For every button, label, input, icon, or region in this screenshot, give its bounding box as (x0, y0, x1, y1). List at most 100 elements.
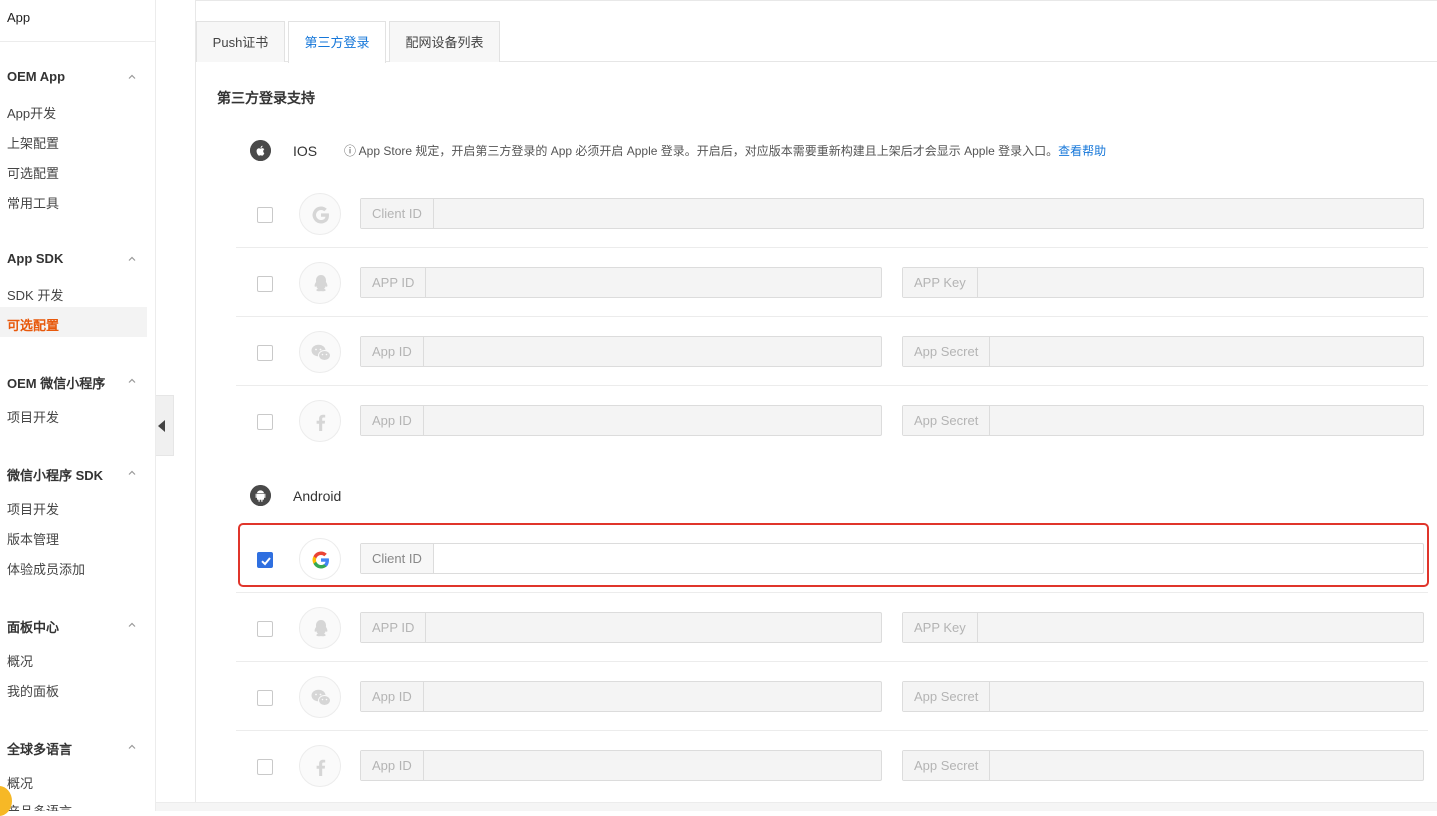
field-label: App Secret (903, 337, 991, 366)
wechat-icon (299, 676, 341, 718)
sidebar-group-app-sdk[interactable]: App SDK (7, 251, 63, 266)
android-wechat-app-secret-field: App Secret (902, 681, 1424, 712)
ios-wechat-app-secret-field: App Secret (902, 336, 1424, 367)
ios-facebook-checkbox[interactable] (257, 414, 273, 430)
android-qq-app-key-field: APP Key (902, 612, 1424, 643)
ios-wechat-checkbox[interactable] (257, 345, 273, 361)
qq-icon (299, 262, 341, 304)
android-label: Android (293, 488, 342, 504)
section-title: 第三方登录支持 (217, 90, 315, 106)
ios-facebook-app-id-input[interactable] (424, 406, 881, 435)
ios-notice-text: ⓘ App Store 规定，开启第三方登录的 App 必须开启 Apple 登… (344, 144, 1059, 158)
android-row-facebook: App ID App Secret (236, 731, 1428, 800)
field-label: Client ID (361, 199, 434, 228)
sidebar-group-wechat-sdk[interactable]: 微信小程序 SDK (7, 465, 103, 484)
ios-wechat-app-id-input[interactable] (424, 337, 881, 366)
chevron-up-icon[interactable] (128, 73, 136, 81)
field-label: APP ID (361, 613, 427, 642)
android-facebook-app-secret-field: App Secret (902, 750, 1424, 781)
caret-left-icon (158, 420, 165, 432)
field-label: App Secret (903, 682, 991, 711)
field-label: APP Key (903, 613, 978, 642)
apple-icon (250, 140, 271, 161)
ios-row-qq: APP ID APP Key (236, 248, 1428, 317)
sidebar-item-sdk-dev[interactable]: SDK 开发 (7, 285, 63, 304)
main-panel: Push证书 第三方登录 配网设备列表 第三方登录支持 IOS ⓘ App St… (195, 0, 1437, 811)
sidebar-item-optional-config[interactable]: 可选配置 (7, 163, 59, 182)
android-row-qq: APP ID APP Key (236, 593, 1428, 662)
facebook-icon (299, 745, 341, 787)
qq-icon (299, 607, 341, 649)
sidebar-group-oem-app[interactable]: OEM App (7, 69, 65, 84)
sidebar-item-overview[interactable]: 概况 (7, 651, 33, 670)
ios-wechat-app-secret-input[interactable] (993, 337, 1423, 366)
field-label: App ID (361, 751, 424, 780)
ios-row-facebook: App ID App Secret (236, 386, 1428, 455)
sidebar-item-trial-members[interactable]: 体验成员添加 (7, 559, 85, 578)
android-qq-app-key-input[interactable] (977, 613, 1423, 642)
facebook-icon (299, 400, 341, 442)
ios-notice: ⓘ App Store 规定，开启第三方登录的 App 必须开启 Apple 登… (344, 142, 1106, 159)
android-facebook-app-id-field: App ID (360, 750, 882, 781)
chevron-up-icon[interactable] (128, 743, 136, 751)
sidebar-item-app-dev[interactable]: App开发 (7, 103, 56, 122)
sidebar-item-my-panels[interactable]: 我的面板 (7, 681, 59, 700)
android-facebook-checkbox[interactable] (257, 759, 273, 775)
ios-qq-app-key-field: APP Key (902, 267, 1424, 298)
sidebar-group-i18n[interactable]: 全球多语言 (7, 739, 72, 758)
sidebar-item-publish-config[interactable]: 上架配置 (7, 133, 59, 152)
android-wechat-checkbox[interactable] (257, 690, 273, 706)
sidebar-app-title: App (0, 0, 155, 42)
sidebar-item-sdk-optional-config[interactable]: 可选配置 (7, 315, 59, 334)
ios-google-client-id-input[interactable] (437, 199, 1423, 228)
tab-push-cert[interactable]: Push证书 (196, 21, 285, 62)
ios-facebook-app-secret-input[interactable] (993, 406, 1423, 435)
sidebar-item-wechat-project-dev[interactable]: 项目开发 (7, 499, 59, 518)
android-qq-app-id-field: APP ID (360, 612, 882, 643)
sidebar-item-i18n-overview[interactable]: 概况 (7, 773, 33, 792)
sidebar-group-oem-wechat[interactable]: OEM 微信小程序 (7, 373, 105, 392)
sidebar-item-tools[interactable]: 常用工具 (7, 193, 59, 212)
sidebar: App OEM App App开发 上架配置 可选配置 常用工具 App SDK… (0, 0, 156, 811)
field-label: APP ID (361, 268, 427, 297)
chevron-up-icon[interactable] (128, 621, 136, 629)
sidebar-collapse-handle[interactable] (156, 395, 174, 456)
sidebar-group-panel-center[interactable]: 面板中心 (7, 617, 59, 636)
sidebar-item-product-i18n[interactable]: 产品多语言 (7, 801, 72, 811)
android-icon (250, 485, 271, 506)
ios-qq-app-id-input[interactable] (425, 268, 881, 297)
tab-network-devices[interactable]: 配网设备列表 (389, 21, 500, 62)
android-wechat-app-id-input[interactable] (424, 682, 881, 711)
google-icon (299, 193, 341, 235)
ios-row-google: Client ID (236, 179, 1428, 248)
sidebar-item-project-dev[interactable]: 项目开发 (7, 407, 59, 426)
field-label: App ID (361, 406, 424, 435)
help-link[interactable]: 查看帮助 (1058, 144, 1106, 158)
ios-label: IOS (293, 143, 318, 159)
sidebar-item-version-mgmt[interactable]: 版本管理 (7, 529, 59, 548)
bottom-bar (156, 802, 1437, 811)
ios-qq-app-id-field: APP ID (360, 267, 882, 298)
android-google-highlight-box (238, 523, 1429, 587)
ios-google-checkbox[interactable] (257, 207, 273, 223)
android-facebook-app-id-input[interactable] (424, 751, 881, 780)
android-qq-app-id-input[interactable] (425, 613, 881, 642)
android-qq-checkbox[interactable] (257, 621, 273, 637)
field-label: APP Key (903, 268, 978, 297)
field-label: App Secret (903, 751, 991, 780)
ios-facebook-app-id-field: App ID (360, 405, 882, 436)
android-wechat-app-secret-input[interactable] (993, 682, 1423, 711)
ios-google-client-id-field: Client ID (360, 198, 1424, 229)
ios-qq-app-key-input[interactable] (977, 268, 1423, 297)
field-label: App Secret (903, 406, 991, 435)
android-facebook-app-secret-input[interactable] (993, 751, 1423, 780)
wechat-icon (299, 331, 341, 373)
ios-qq-checkbox[interactable] (257, 276, 273, 292)
android-wechat-app-id-field: App ID (360, 681, 882, 712)
android-row-wechat: App ID App Secret (236, 662, 1428, 731)
chevron-up-icon[interactable] (128, 469, 136, 477)
chevron-up-icon[interactable] (128, 377, 136, 385)
tab-third-party-login[interactable]: 第三方登录 (288, 21, 386, 63)
ios-row-wechat: App ID App Secret (236, 317, 1428, 386)
chevron-up-icon[interactable] (128, 255, 136, 263)
